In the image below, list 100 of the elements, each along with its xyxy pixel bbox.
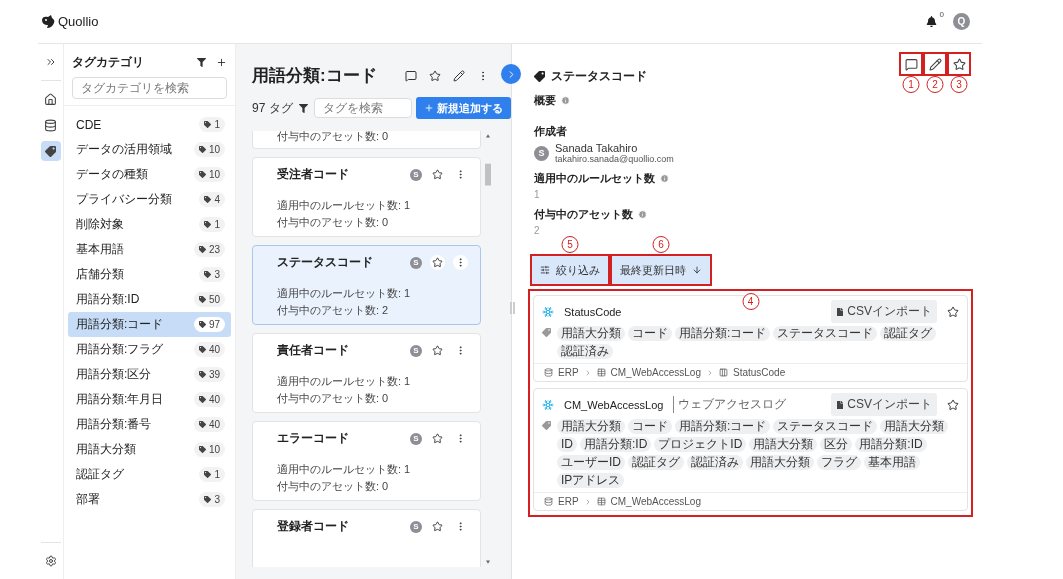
callout-number: 1 xyxy=(902,76,920,93)
source-label: CSVインポート xyxy=(831,393,937,416)
tag-count-badge: 40 xyxy=(193,342,225,357)
database-icon xyxy=(544,368,553,377)
owner-avatar: S xyxy=(410,168,422,181)
tag-title: ステータスコード xyxy=(551,68,647,85)
asset-name: StatusCode xyxy=(564,305,622,318)
path-item: CM_WebAccessLog xyxy=(610,496,701,507)
sort-button[interactable]: 最終更新日時 xyxy=(612,256,710,284)
tag-icon xyxy=(542,328,551,337)
tag-card[interactable]: 責任者コード S 適用中のルールセット数: 1 付与中のアセット数: 0 xyxy=(252,333,481,413)
resize-handle[interactable] xyxy=(510,302,515,314)
callout-number: 6 xyxy=(652,236,670,253)
tag-chip: ID xyxy=(557,437,577,452)
owner-avatar: S xyxy=(410,432,422,445)
user-avatar: S xyxy=(534,145,549,161)
owner-avatar: S xyxy=(410,256,422,269)
star-button[interactable] xyxy=(945,303,961,320)
tag-name: 受注者コード xyxy=(277,166,349,183)
star-button[interactable] xyxy=(427,67,443,84)
tag-count-badge: 40 xyxy=(193,392,225,407)
tag-card[interactable]: エラーコード S 適用中のルールセット数: 1 付与中のアセット数: 0 xyxy=(252,421,481,501)
callout-number: 5 xyxy=(561,236,579,253)
search-field[interactable]: タグカテゴリを検索 xyxy=(72,77,227,99)
tag-chip: 用語分類:コード xyxy=(675,419,771,434)
search-field[interactable]: タグを検索 xyxy=(313,98,412,118)
tag-chip: ユーザーID xyxy=(557,455,625,470)
arrow-down-icon xyxy=(692,265,702,275)
tag-nav-button[interactable] xyxy=(40,141,61,161)
filter-button[interactable] xyxy=(296,101,310,115)
star-icon xyxy=(432,433,443,444)
tag-chip: プロジェクトID xyxy=(654,437,747,452)
edit-button[interactable] xyxy=(451,67,467,84)
category-item[interactable]: 用語分類:フラグ 40 xyxy=(68,337,231,362)
category-item[interactable]: 認証タグ 1 xyxy=(68,462,231,487)
category-item[interactable]: 削除対象 1 xyxy=(68,212,231,237)
more-button[interactable] xyxy=(453,255,468,270)
star-button[interactable] xyxy=(430,431,445,446)
tag-chip: 用語大分類 xyxy=(557,419,625,434)
asset-count: 付与中のアセット数: 0 xyxy=(277,215,390,230)
expand-panel-button[interactable] xyxy=(501,64,521,84)
ruleset-count: 適用中のルールセット数: 1 xyxy=(277,198,412,213)
user-name: Sanada Takahiro xyxy=(555,142,639,154)
tag-count-badge: 10 xyxy=(193,142,225,157)
filter-button[interactable] xyxy=(195,56,208,69)
ruleset-count: 適用中のルールセット数: 1 xyxy=(277,462,412,477)
tag-card[interactable]: 登録者コード S xyxy=(252,509,481,567)
chevron-icon xyxy=(706,368,714,377)
star-button[interactable] xyxy=(430,519,445,534)
category-item[interactable]: 部署 3 xyxy=(68,487,231,512)
category-item[interactable]: CDE 1 xyxy=(68,112,231,137)
field-value: 1 xyxy=(534,189,541,200)
tag-icon xyxy=(204,221,212,228)
tag-chip: 用語分類:ID xyxy=(580,437,652,452)
star-button[interactable] xyxy=(430,167,445,182)
asset-card[interactable]: CM_WebAccessLog ウェブアクセスログ CSVインポート 用語大分類 コード 用語分類:コード ステータスコード 用語大分類 ID 用語分類:ID プロジェクトID 用語大分類 区分 用語分類:ID ユーザーID 認証タグ 認証済み 用語大分類 フラグ 基本用語 IPアドレス ERP CM_WebAccessLog xyxy=(533,388,968,511)
table-icon xyxy=(596,497,606,506)
ruleset-count: 適用中のルールセット数: 1 xyxy=(277,286,412,301)
star-icon xyxy=(952,57,966,71)
settings-icon xyxy=(44,555,57,567)
star-button[interactable] xyxy=(945,396,961,413)
callout-number: 2 xyxy=(926,76,944,93)
asset-name: CM_WebAccessLog xyxy=(564,398,664,411)
notification-count: 0 xyxy=(939,10,944,19)
tag-icon xyxy=(204,271,212,278)
brand-name: Quollio xyxy=(58,14,99,29)
category-item[interactable]: 基本用語 23 xyxy=(68,237,231,262)
category-item[interactable]: 用語分類:年月日 40 xyxy=(68,387,231,412)
category-item[interactable]: 用語分類:ID 50 xyxy=(68,287,231,312)
category-item[interactable]: 用語分類:コード 97 xyxy=(68,312,231,337)
double-chevron-icon xyxy=(44,56,57,68)
add-new-button[interactable]: 新規追加する xyxy=(415,97,511,119)
category-item[interactable]: データの活用領域 10 xyxy=(68,137,231,162)
star-icon xyxy=(432,521,443,532)
tag-card[interactable]: 付与中のアセット数: 0 xyxy=(252,131,481,149)
file-icon xyxy=(836,400,845,409)
tag-chip: 認証タグ xyxy=(628,455,684,470)
star-button[interactable] xyxy=(430,343,445,358)
category-item[interactable]: 用語分類:番号 40 xyxy=(68,412,231,437)
snowflake-icon xyxy=(542,398,554,411)
tag-chip: ステータスコード xyxy=(773,326,878,341)
tag-chip: 認証タグ xyxy=(880,326,937,341)
plus-icon xyxy=(216,57,227,68)
category-item[interactable]: 用語分類:区分 39 xyxy=(68,362,231,387)
category-item[interactable]: プライバシー分類 4 xyxy=(68,187,231,212)
bell-icon[interactable] xyxy=(926,16,937,27)
category-item[interactable]: 用語大分類 10 xyxy=(68,437,231,462)
plus-icon xyxy=(423,103,434,113)
tag-count-badge: 1 xyxy=(199,217,225,232)
filter-button[interactable]: 絞り込み xyxy=(532,256,608,284)
tag-card[interactable]: ステータスコード S 適用中のルールセット数: 1 付与中のアセット数: 2 xyxy=(252,245,481,325)
category-item[interactable]: データの種類 10 xyxy=(68,162,231,187)
star-icon xyxy=(429,69,441,82)
tag-count-badge: 10 xyxy=(193,167,225,182)
tag-chip: 用語分類:ID xyxy=(855,437,927,452)
tag-count-badge: 3 xyxy=(199,267,225,282)
category-item[interactable]: 店舗分類 3 xyxy=(68,262,231,287)
comment-icon xyxy=(405,69,417,82)
tag-card[interactable]: 受注者コード S 適用中のルールセット数: 1 付与中のアセット数: 0 xyxy=(252,157,481,237)
star-button[interactable] xyxy=(430,255,445,270)
